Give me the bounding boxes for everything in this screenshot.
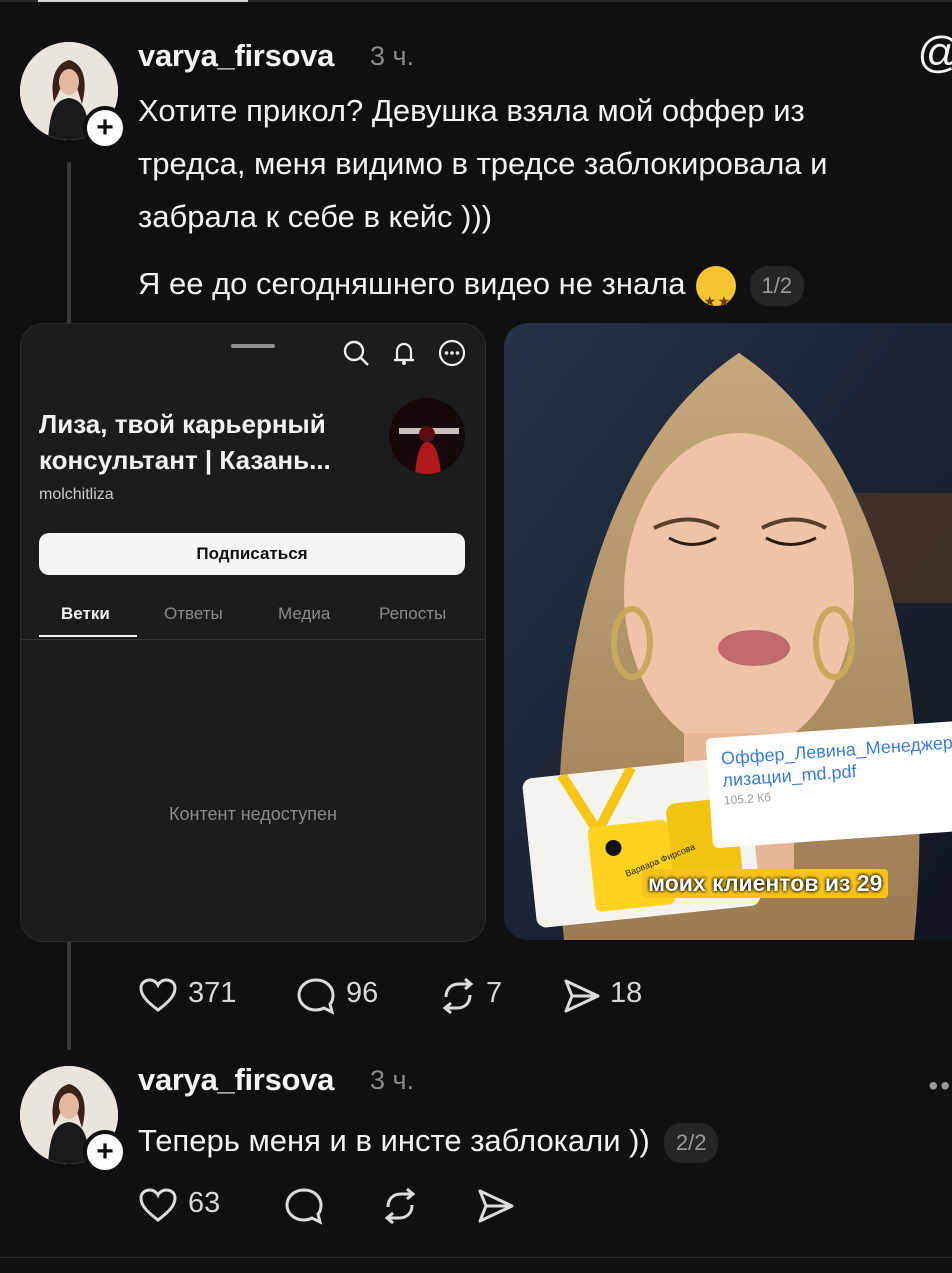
repost-icon — [442, 977, 474, 1015]
comment-icon — [297, 978, 335, 1015]
post-time: 3 ч. — [370, 1065, 415, 1095]
search-icon — [343, 340, 369, 366]
video-thumbnail-image[interactable]: Варвара Фирсова Оффер_Левина_Менеджер_ре… — [504, 323, 952, 940]
follow-plus-icon[interactable]: + — [83, 1130, 127, 1174]
like-count: 63 — [188, 1187, 221, 1219]
top-tab-indicator-bar — [0, 0, 952, 2]
send-icon — [478, 1189, 514, 1223]
share-count: 18 — [610, 977, 643, 1009]
profile-handle: molchitliza — [39, 486, 114, 503]
post-text: Теперь меня и в инсте заблокали )) 2/2 — [138, 1114, 719, 1167]
post-text-second: Я ее до сегодняшнего видео не знала ★ ★ 1/2 — [138, 257, 805, 310]
post-text-line: забрала к себе в кейс ))) — [138, 199, 493, 234]
video-caption: моих клиентов из 29 — [642, 869, 889, 898]
profile-screenshot-image[interactable]: Лиза, твой карьерный консультант | Казан… — [20, 323, 486, 942]
comment-icon — [285, 1188, 323, 1225]
more-dots-icon[interactable]: •• — [928, 1070, 952, 1102]
thread-counter: 2/2 — [663, 1122, 719, 1163]
active-tab-indicator — [38, 0, 248, 2]
pdf-attachment: Оффер_Левина_Менеджер_реа лизации_md.pdf … — [705, 717, 952, 849]
at-icon[interactable]: @ — [917, 28, 952, 78]
heart-icon — [139, 1188, 177, 1222]
active-tab-underline — [39, 635, 137, 637]
like-count: 371 — [188, 977, 237, 1009]
send-icon — [564, 979, 600, 1013]
subscribe-button[interactable]: Подписаться — [39, 533, 465, 575]
reply-count: 96 — [346, 977, 379, 1009]
tab-reposts[interactable]: Репосты — [379, 604, 446, 624]
post-text: Хотите прикол? Девушка взяла мой оффер и… — [138, 84, 827, 243]
post-time: 3 ч. — [370, 41, 415, 71]
tab-media[interactable]: Медиа — [278, 604, 330, 624]
pdf-filename: Оффер_Левина_Менеджер_реа лизации_md.pdf — [720, 727, 952, 791]
more-icon — [438, 339, 466, 367]
thread-counter: 1/2 — [749, 265, 805, 306]
tab-replies[interactable]: Ответы — [164, 604, 223, 624]
sheet-handle — [231, 344, 275, 348]
profile-tabs: Ветки Ответы Медиа Репосты — [21, 599, 485, 640]
heart-icon — [139, 978, 177, 1012]
post-text-line: Теперь меня и в инсте заблокали )) — [138, 1123, 650, 1158]
bottom-divider — [0, 1257, 952, 1258]
bell-icon — [394, 342, 414, 365]
profile-name: Лиза, твой карьерный консультант | Казан… — [39, 409, 331, 475]
post-text-line: Хотите прикол? Девушка взяла мой оффер и… — [138, 93, 805, 128]
post-actions: 371 96 7 18 — [138, 973, 658, 1017]
follow-plus-icon[interactable]: + — [83, 106, 127, 150]
post-username[interactable]: varya_firsova — [138, 38, 334, 74]
post-text-line: тредса, меня видимо в тредсе заблокирова… — [138, 146, 828, 181]
post-actions: 63 — [138, 1183, 538, 1227]
pdf-size: 105.2 Кб — [723, 790, 772, 808]
profile-avatar — [389, 398, 465, 474]
post-username[interactable]: varya_firsova — [138, 1062, 334, 1098]
tab-threads[interactable]: Ветки — [61, 604, 110, 624]
empty-content-message: Контент недоступен — [169, 804, 337, 824]
star-struck-emoji-icon: ★ ★ — [695, 265, 736, 309]
post-text-line: Я ее до сегодняшнего видео не знала — [138, 266, 686, 301]
repost-count: 7 — [486, 977, 503, 1009]
repost-icon — [384, 1187, 416, 1225]
